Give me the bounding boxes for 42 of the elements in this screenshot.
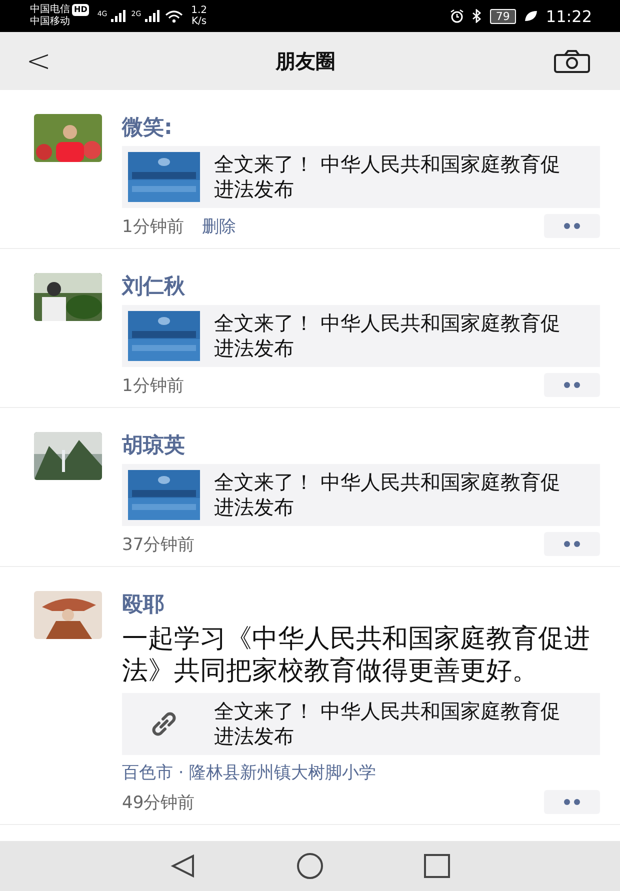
post-time: 1分钟前: [122, 216, 184, 238]
back-button[interactable]: <: [20, 44, 58, 78]
post-time: 37分钟前: [122, 534, 195, 556]
signal-icon: [111, 10, 128, 22]
delete-link[interactable]: 删除: [202, 214, 236, 238]
link-card[interactable]: 全文来了！ 中华人民共和国家庭教育促进法发布: [122, 464, 600, 526]
link-card[interactable]: 全文来了！ 中华人民共和国家庭教育促进法发布: [122, 305, 600, 367]
recents-icon[interactable]: [424, 854, 450, 878]
carrier-name: 中国移动: [30, 16, 71, 28]
network-speed: 1.2: [191, 5, 208, 16]
link-title: 全文来了！ 中华人民共和国家庭教育促进法发布: [214, 699, 562, 749]
user-name[interactable]: 殴耶: [122, 591, 600, 617]
user-name[interactable]: 胡琼英: [122, 432, 600, 458]
home-icon[interactable]: [296, 852, 324, 880]
wifi-icon: [165, 10, 184, 22]
link-card[interactable]: 全文来了！ 中华人民共和国家庭教育促进法发布: [122, 146, 600, 208]
more-icon[interactable]: [544, 790, 600, 814]
more-icon[interactable]: [544, 532, 600, 556]
post-time: 1分钟前: [122, 374, 184, 396]
more-icon[interactable]: [544, 373, 600, 397]
battery-level: 79: [490, 8, 516, 24]
link-title: 全文来了！ 中华人民共和国家庭教育促进法发布: [214, 470, 562, 520]
clock: 11:22: [546, 6, 592, 26]
location-link[interactable]: 百色市 · 隆林县新州镇大树脚小学: [122, 761, 600, 784]
speed-unit: K/s: [192, 16, 207, 27]
link-title: 全文来了！ 中华人民共和国家庭教育促进法发布: [214, 311, 562, 361]
camera-icon[interactable]: [554, 49, 590, 73]
post-text: 一起学习《中华人民共和国家庭教育促进法》共同把家校教育做得更善更好。: [122, 623, 591, 687]
bluetooth-icon: [472, 9, 482, 23]
page-title: 朋友圈: [276, 48, 336, 74]
leaf-icon: [524, 10, 538, 22]
signal-icon: [145, 10, 162, 22]
more-icon[interactable]: [544, 214, 600, 238]
user-name[interactable]: 微笑:: [122, 114, 600, 140]
user-name[interactable]: 刘仁秋: [122, 273, 600, 299]
post-time: 49分钟前: [122, 792, 195, 814]
alarm-icon: [450, 9, 464, 23]
link-card[interactable]: 全文来了！ 中华人民共和国家庭教育促进法发布: [122, 693, 600, 755]
hd-badge: HD: [72, 4, 90, 16]
carrier-name: 中国电信: [30, 4, 70, 16]
back-icon[interactable]: [170, 854, 196, 878]
link-title: 全文来了！ 中华人民共和国家庭教育促进法发布: [214, 152, 562, 202]
